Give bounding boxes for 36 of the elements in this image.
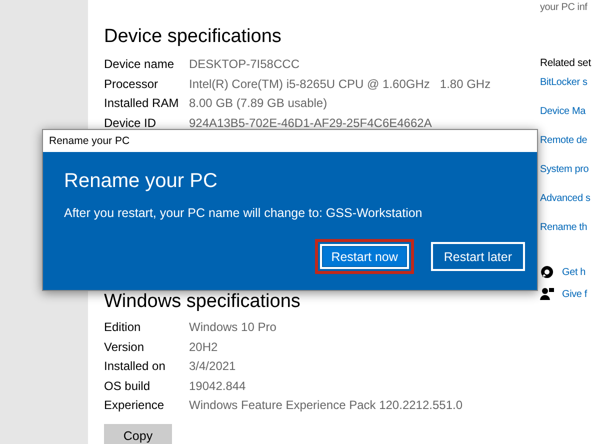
spec-label: Device name	[104, 56, 176, 72]
spec-value: Windows 10 Pro	[189, 319, 278, 336]
spec-value: Intel(R) Core(TM) i5-8265U CPU @ 1.60GHz 1.80 GHz	[189, 76, 492, 92]
section-heading: Device specifications	[104, 26, 282, 48]
spec-label: Edition	[104, 319, 142, 336]
settings-link[interactable]: Rename th	[540, 220, 592, 235]
spec-label: OS build	[104, 378, 152, 394]
settings-link[interactable]: System pro	[540, 162, 592, 177]
related-settings-heading: Related set	[540, 57, 592, 69]
spec-label: Device ID	[104, 114, 158, 131]
spec-label: Installed RAM	[104, 95, 180, 112]
spec-label: Processor	[104, 76, 160, 92]
help-link[interactable]: Get h	[562, 266, 586, 278]
spec-value: 3/4/2021	[189, 358, 237, 374]
section-heading: Windows specifications	[104, 291, 302, 313]
settings-link[interactable]: Advanced s	[540, 191, 592, 206]
window-title: Rename your PC	[49, 135, 130, 147]
dialog-message: After you restart, your PC name will change to: GSS-Workstation	[64, 206, 424, 220]
spec-value: 19042.844	[189, 378, 247, 394]
settings-link[interactable]: Device Ma	[540, 104, 592, 119]
person-icon	[540, 287, 554, 301]
copy-button[interactable]: Copy	[104, 424, 172, 444]
restart-now-button[interactable]: Restart now	[315, 239, 414, 274]
spec-label: Version	[104, 338, 146, 355]
spec-label: Experience	[104, 397, 166, 414]
spec-value: 20H2	[189, 338, 219, 355]
description-text: your PC inf	[540, 2, 588, 13]
spec-value: 8.00 GB (7.89 GB usable)	[189, 95, 328, 112]
spec-label: Installed on	[104, 358, 166, 374]
dialog-heading: Rename your PC	[64, 170, 218, 193]
help-link[interactable]: Give f	[562, 288, 587, 300]
spec-value: 924A13B5-702E-46D1-AF29-25F4C6E4662A	[189, 114, 433, 131]
settings-link[interactable]: BitLocker s	[540, 75, 592, 90]
settings-link[interactable]: Remote de	[540, 133, 592, 148]
spec-value: DESKTOP-7I58CCC	[189, 56, 300, 72]
spec-value: Windows Feature Experience Pack 120.2212.551.0	[189, 397, 464, 414]
